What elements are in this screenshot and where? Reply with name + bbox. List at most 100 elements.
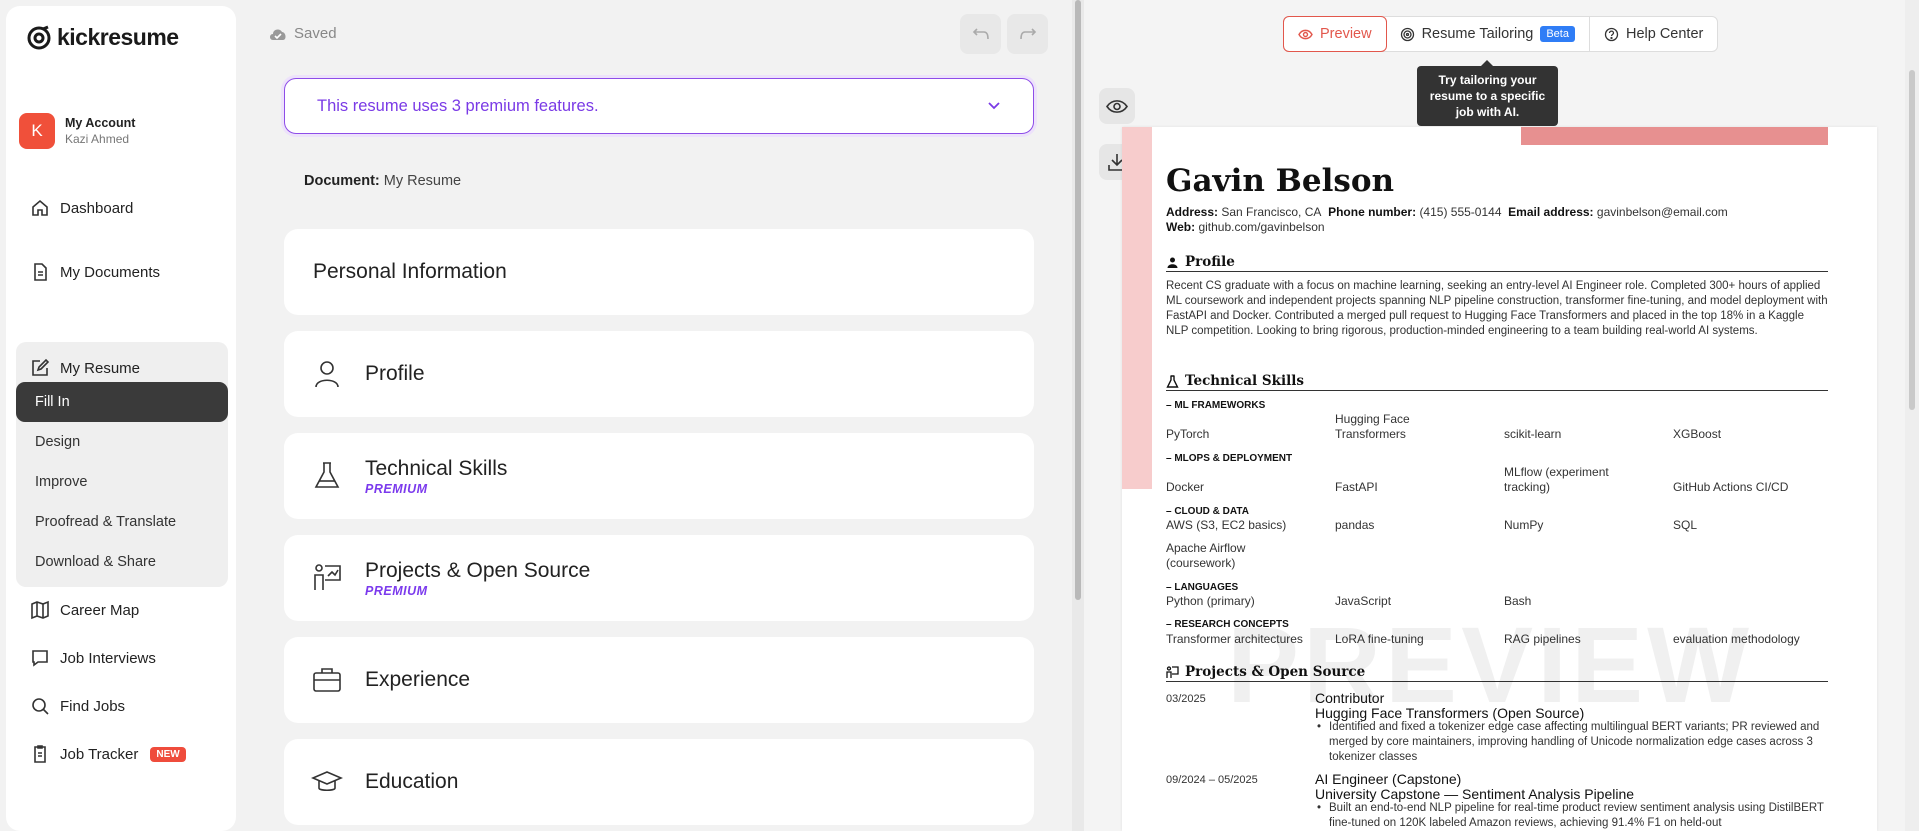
document-name[interactable]: Document: My Resume bbox=[304, 173, 461, 189]
saved-label: Saved bbox=[294, 25, 337, 42]
skill-item: Hugging Face Transformers bbox=[1335, 412, 1410, 441]
heading-text: Profile bbox=[1185, 254, 1235, 270]
project-date: 03/2025 bbox=[1166, 693, 1206, 705]
web-label: Web: bbox=[1166, 220, 1196, 234]
home-icon bbox=[32, 199, 48, 216]
skill-item: FastAPI bbox=[1335, 480, 1378, 494]
skill-category: – CLOUD & DATA bbox=[1166, 506, 1249, 517]
address: San Francisco, CA bbox=[1221, 205, 1322, 219]
preview-tabs: Preview Resume Tailoring Beta Help Cente… bbox=[1283, 16, 1719, 52]
brand-logo[interactable]: kickresume bbox=[26, 24, 179, 51]
nav-job-interviews[interactable]: Job Interviews bbox=[20, 640, 230, 676]
eye-icon bbox=[1298, 29, 1313, 39]
document-title: My Resume bbox=[383, 173, 462, 189]
nav-career-map[interactable]: Career Map bbox=[20, 592, 230, 628]
heading-text: Technical Skills bbox=[1185, 373, 1304, 389]
tailoring-tooltip: Try tailoring your resume to a specific … bbox=[1417, 60, 1558, 126]
nav-label: Job Tracker bbox=[60, 745, 139, 763]
tab-help-center[interactable]: Help Center bbox=[1590, 17, 1717, 51]
skill-category: – LANGUAGES bbox=[1166, 582, 1239, 593]
decor-top-bar bbox=[1521, 127, 1828, 145]
redo-icon bbox=[1019, 28, 1036, 40]
address-label: Address: bbox=[1166, 205, 1219, 219]
tab-preview[interactable]: Preview bbox=[1283, 16, 1387, 52]
section-experience[interactable]: Experience bbox=[284, 637, 1034, 723]
redo-button[interactable] bbox=[1007, 14, 1048, 54]
subnav-download[interactable]: Download & Share bbox=[16, 542, 228, 582]
section-projects[interactable]: Projects & Open Source PREMIUM bbox=[284, 535, 1034, 621]
preview-scrollbar-thumb[interactable] bbox=[1909, 70, 1915, 410]
web: github.com/gavinbelson bbox=[1198, 220, 1325, 234]
skill-item: Apache Airflow (coursework) bbox=[1166, 541, 1246, 570]
subnav-design[interactable]: Design bbox=[16, 422, 228, 462]
nav-label: My Documents bbox=[60, 263, 161, 281]
toggle-preview-button[interactable] bbox=[1099, 88, 1135, 124]
project-role: AI Engineer (Capstone) bbox=[1315, 771, 1462, 787]
avatar: K bbox=[19, 113, 55, 149]
preview-watermark: PREVIEW bbox=[1227, 604, 1754, 725]
save-status: Saved bbox=[268, 25, 337, 42]
section-profile[interactable]: Profile bbox=[284, 331, 1034, 417]
resume-document: Gavin Belson Address: San Francisco, CA … bbox=[1122, 127, 1877, 831]
nav-my-resume[interactable]: My Resume bbox=[20, 350, 230, 386]
skill-item: AWS (S3, EC2 basics) bbox=[1166, 518, 1287, 532]
premium-tag: PREMIUM bbox=[365, 481, 428, 496]
skill-item: SQL bbox=[1673, 518, 1698, 532]
decor-left-bar bbox=[1122, 127, 1152, 489]
section-personal-information[interactable]: Personal Information bbox=[284, 229, 1034, 315]
beta-badge: Beta bbox=[1540, 26, 1575, 42]
undo-button[interactable] bbox=[960, 14, 1001, 54]
resume-heading-profile: Profile bbox=[1166, 254, 1828, 272]
nav-documents[interactable]: My Documents bbox=[20, 254, 230, 290]
nav-job-tracker[interactable]: Job Tracker NEW bbox=[20, 736, 230, 772]
skill-item: PyTorch bbox=[1166, 427, 1210, 441]
account-label: My Account bbox=[65, 116, 136, 130]
section-education[interactable]: Education bbox=[284, 739, 1034, 825]
section-title: Personal Information bbox=[313, 260, 507, 283]
phone-label: Phone number: bbox=[1328, 205, 1417, 219]
graduation-cap-icon bbox=[311, 771, 343, 792]
premium-features-banner[interactable]: This resume uses 3 premium features. bbox=[284, 78, 1034, 134]
section-title: Education bbox=[365, 770, 459, 793]
help-circle-icon bbox=[1604, 27, 1619, 41]
map-icon bbox=[31, 600, 49, 620]
nav-dashboard[interactable]: Dashboard bbox=[20, 190, 230, 226]
briefcase-icon bbox=[313, 668, 341, 692]
subnav-proofread[interactable]: Proofread & Translate bbox=[16, 502, 228, 542]
project-date: 09/2024 – 05/2025 bbox=[1166, 774, 1258, 786]
flask-icon bbox=[1166, 374, 1179, 388]
project-org: University Capstone — Sentiment Analysis… bbox=[1315, 786, 1635, 802]
editor-scrollbar-thumb[interactable] bbox=[1075, 0, 1081, 600]
user-icon bbox=[315, 361, 339, 388]
presentation-icon bbox=[314, 564, 341, 590]
document-icon bbox=[34, 263, 47, 281]
resume-heading-skills: Technical Skills bbox=[1166, 373, 1828, 391]
skill-item: GitHub Actions CI/CD bbox=[1673, 480, 1789, 494]
nav-label: Find Jobs bbox=[60, 697, 126, 715]
preview-scrollbar[interactable] bbox=[1905, 0, 1919, 831]
pane-splitter[interactable] bbox=[1072, 0, 1084, 831]
tab-resume-tailoring[interactable]: Resume Tailoring Beta bbox=[1386, 17, 1590, 51]
subnav-fill-in[interactable]: Fill In bbox=[16, 382, 228, 422]
email-label: Email address: bbox=[1508, 205, 1594, 219]
user-icon bbox=[1167, 257, 1178, 268]
phone: (415) 555-0144 bbox=[1419, 205, 1502, 219]
flask-icon bbox=[314, 462, 340, 488]
resume-profile-text: Recent CS graduate with a focus on machi… bbox=[1166, 280, 1828, 337]
skill-item: MLflow (experiment tracking) bbox=[1504, 465, 1609, 494]
tab-label: Preview bbox=[1320, 26, 1372, 42]
document-label: Document: bbox=[304, 173, 380, 189]
nav-find-jobs[interactable]: Find Jobs bbox=[20, 688, 230, 724]
subnav-improve[interactable]: Improve bbox=[16, 462, 228, 502]
chat-icon bbox=[32, 650, 48, 667]
project-bullet: Built an end-to-end NLP pipeline for rea… bbox=[1315, 801, 1825, 831]
chevron-down-icon bbox=[988, 102, 1000, 110]
account-switcher[interactable]: K My Account Kazi Ahmed bbox=[19, 113, 135, 149]
account-user: Kazi Ahmed bbox=[65, 132, 130, 146]
section-technical-skills[interactable]: Technical Skills PREMIUM bbox=[284, 433, 1034, 519]
skill-item: NumPy bbox=[1504, 518, 1544, 532]
resume-name: Gavin Belson bbox=[1166, 163, 1395, 199]
new-badge: NEW bbox=[150, 746, 186, 762]
cloud-check-icon bbox=[270, 29, 286, 40]
preview-pane: Preview Resume Tailoring Beta Help Cente… bbox=[1084, 0, 1919, 831]
